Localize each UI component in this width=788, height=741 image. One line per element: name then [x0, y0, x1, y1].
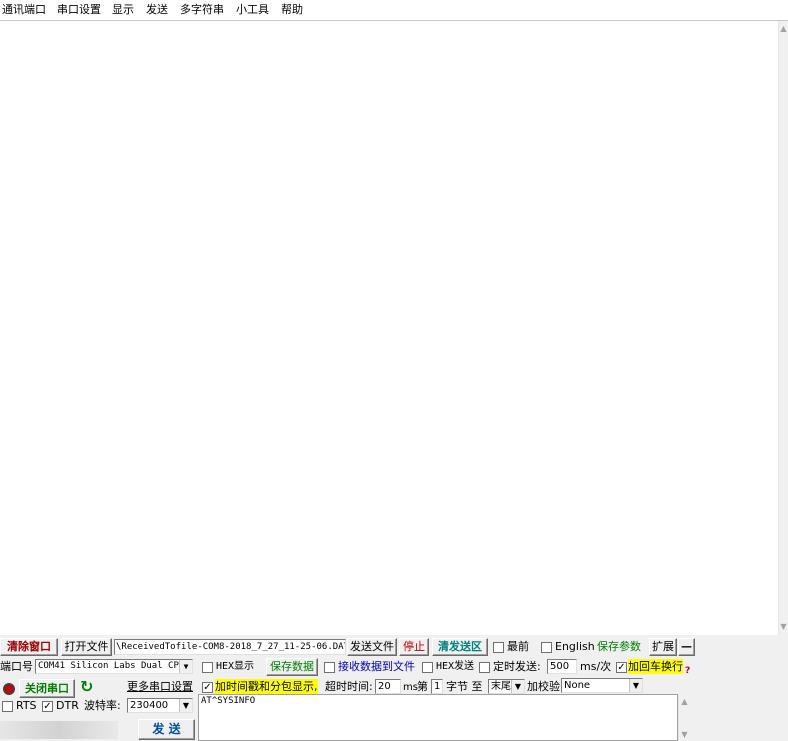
help-icon[interactable]: ? — [685, 663, 690, 679]
dtr-checkbox[interactable]: ✓ — [42, 701, 53, 712]
port-status-icon — [3, 683, 15, 695]
menu-comm-port[interactable]: 通讯端口 — [2, 3, 46, 17]
baud-value: 230400 — [130, 700, 169, 711]
more-settings-link[interactable]: 更多串口设置 — [127, 679, 193, 695]
chevron-down-icon[interactable]: ▼ — [511, 680, 524, 693]
hex-send-label: HEX发送 — [436, 661, 475, 672]
rts-checkbox[interactable] — [2, 701, 13, 712]
interval-unit: ms/次 — [580, 660, 612, 673]
close-port-button[interactable]: 关闭串口 — [19, 679, 75, 698]
checksum-value: None — [564, 680, 591, 691]
tail-select[interactable]: 末尾 ▼ — [488, 679, 525, 694]
hex-display-label: HEX显示 — [216, 661, 255, 672]
file-path-field[interactable]: \ReceivedTofile-COM8-2018_7_27_11-25-06.… — [114, 639, 346, 655]
menu-multi-string[interactable]: 多字符串 — [180, 3, 224, 17]
timed-send-label: 定时发送: — [493, 660, 541, 673]
status-blur-area — [0, 721, 118, 739]
scroll-down-icon[interactable]: ▼ — [679, 729, 690, 741]
timestamp-checkbox[interactable]: ✓ — [202, 682, 213, 693]
recv-to-file-label[interactable]: 接收数据到文件 — [338, 659, 415, 675]
timeout-label: 超时时间: — [325, 680, 373, 693]
refresh-icon[interactable]: ↻ — [80, 678, 93, 696]
tail-value: 末尾 — [491, 681, 511, 692]
clear-window-button[interactable]: 清除窗口 — [0, 638, 58, 656]
expand-button[interactable]: 扩展 — [649, 638, 677, 656]
hex-display-checkbox[interactable] — [202, 662, 213, 673]
checksum-label: 加校验 — [527, 680, 560, 693]
scroll-up-icon[interactable]: ▲ — [779, 23, 788, 35]
rts-label: RTS — [16, 699, 37, 712]
dtr-label: DTR — [56, 699, 79, 712]
send-text-value: AT^SYSINFO — [201, 696, 256, 706]
control-panel: 清除窗口 打开文件 \ReceivedTofile-COM8-2018_7_27… — [0, 635, 788, 741]
nth-label: 第 — [417, 680, 428, 693]
crlf-checkbox[interactable]: ✓ — [616, 662, 627, 673]
menu-tools[interactable]: 小工具 — [236, 3, 269, 17]
stop-button[interactable]: 停止 — [399, 638, 429, 656]
menu-send[interactable]: 发送 — [146, 3, 168, 17]
topmost-checkbox[interactable] — [493, 642, 504, 653]
crlf-label: 加回车换行 — [628, 659, 683, 674]
port-value: COM41 Silicon Labs Dual CP — [38, 661, 179, 671]
menu-bar: 通讯端口 串口设置 显示 发送 多字符串 小工具 帮助 — [0, 0, 788, 20]
baud-label: 波特率: — [84, 699, 121, 712]
english-label: English — [555, 640, 595, 653]
recv-to-file-checkbox[interactable] — [324, 662, 335, 673]
baud-select[interactable]: 230400 ▼ — [127, 698, 193, 713]
timestamp-label: 加时间戳和分包显示, — [215, 679, 318, 694]
checksum-select[interactable]: None ▼ — [561, 678, 643, 693]
english-checkbox[interactable] — [541, 642, 552, 653]
send-file-button[interactable]: 发送文件 — [347, 638, 397, 656]
chevron-down-icon[interactable]: ▼ — [179, 699, 192, 712]
save-params-button[interactable]: 保存参数 — [597, 639, 641, 655]
timeout-input[interactable]: 20 — [375, 679, 401, 694]
scroll-down-icon[interactable]: ▼ — [779, 621, 788, 633]
open-file-button[interactable]: 打开文件 — [61, 638, 112, 656]
nth-input[interactable]: 1 — [431, 679, 443, 694]
collapse-button[interactable]: — — [678, 638, 695, 656]
scroll-up-icon[interactable]: ▲ — [679, 696, 690, 708]
topmost-label: 最前 — [507, 640, 529, 653]
menu-help[interactable]: 帮助 — [281, 3, 303, 17]
menu-display[interactable]: 显示 — [112, 3, 134, 17]
port-select[interactable]: COM41 Silicon Labs Dual CP ▼ — [35, 659, 193, 674]
receive-scrollbar[interactable]: ▲ ▼ — [778, 21, 788, 635]
receive-area[interactable] — [0, 21, 778, 635]
send-text-area[interactable]: AT^SYSINFO — [198, 694, 678, 741]
port-label: 端口号 — [0, 660, 33, 673]
byte-to-label: 字节 至 — [446, 680, 483, 693]
send-scrollbar[interactable]: ▲ ▼ — [678, 694, 690, 741]
timed-send-checkbox[interactable] — [479, 662, 490, 673]
interval-input[interactable]: 500 — [547, 659, 577, 674]
menu-serial-settings[interactable]: 串口设置 — [57, 3, 101, 17]
chevron-down-icon[interactable]: ▼ — [629, 679, 642, 692]
clear-send-button[interactable]: 清发送区 — [432, 638, 488, 656]
hex-send-checkbox[interactable] — [422, 662, 433, 673]
send-button[interactable]: 发 送 — [138, 719, 195, 740]
save-data-button[interactable]: 保存数据 — [266, 658, 318, 676]
chevron-down-icon[interactable]: ▼ — [179, 660, 192, 673]
